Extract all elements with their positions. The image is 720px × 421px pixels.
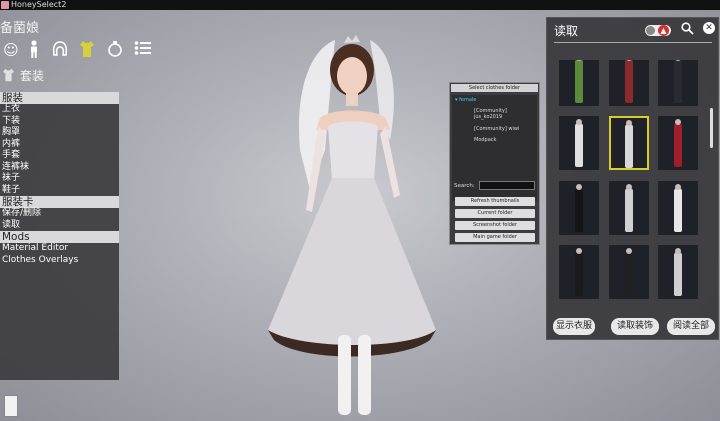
thumbnail-figure xyxy=(674,60,682,103)
menu-item-bottom[interactable]: 下装 xyxy=(0,116,119,128)
list-icon[interactable] xyxy=(133,40,153,60)
refresh-thumbnails-button[interactable]: Refresh thumbnails xyxy=(455,197,535,206)
outfit-thumbnail[interactable] xyxy=(559,181,599,235)
thumbnail-figure xyxy=(625,252,633,296)
tree-node-modpack[interactable]: Modpack xyxy=(474,137,496,143)
thumbnail-figure xyxy=(575,252,583,296)
body-icon[interactable] xyxy=(24,40,44,60)
outfit-thumbnail[interactable] xyxy=(559,116,599,170)
main-game-folder-button[interactable]: Main game folder xyxy=(455,233,535,242)
character-model xyxy=(268,35,436,415)
outfit-thumbnail[interactable] xyxy=(559,60,599,106)
thumbnail-figure xyxy=(625,188,633,232)
menu-item-save-delete[interactable]: 保存/删除 xyxy=(0,208,119,220)
outfit-thumbnail[interactable] xyxy=(609,116,649,170)
load-all-button[interactable]: 阅读全部 xyxy=(667,318,715,335)
thumbnail-figure xyxy=(674,252,682,296)
left-menu: 服装 上衣 下装 胸罩 内裤 手套 连裤袜 袜子 鞋子 服装卡 保存/删除 读取… xyxy=(0,92,119,380)
folder-search-input[interactable] xyxy=(479,181,535,190)
thumbnail-figure xyxy=(625,124,633,168)
thumbnail-head xyxy=(576,119,582,125)
thumbnail-figure xyxy=(674,188,682,232)
thumbnail-head xyxy=(675,184,681,190)
exit-door-icon[interactable] xyxy=(4,395,18,417)
close-icon[interactable]: ✕ xyxy=(703,22,715,34)
thumbnail-figure xyxy=(674,123,682,167)
menu-item-bra[interactable]: 胸罩 xyxy=(0,127,119,139)
thumbnail-grid xyxy=(559,60,711,308)
menu-item-socks[interactable]: 袜子 xyxy=(0,173,119,185)
title-bar: HoneySelect2 xyxy=(0,0,720,10)
search-label: Search: xyxy=(454,183,475,189)
section-clothes-header: 服装 xyxy=(0,92,119,104)
folder-panel: Select clothes folder ▾ female [Communit… xyxy=(449,82,540,245)
tree-node-female[interactable]: ▾ female xyxy=(455,97,476,103)
folder-panel-title: Select clothes folder xyxy=(451,84,538,92)
hair-icon[interactable] xyxy=(50,40,70,60)
thumbnail-figure xyxy=(575,60,583,103)
face-icon[interactable]: ☺ xyxy=(1,40,21,60)
thumbnail-head xyxy=(626,248,632,254)
title-divider xyxy=(554,42,712,43)
outfit-thumbnail[interactable] xyxy=(658,116,698,170)
current-folder-button[interactable]: Current folder xyxy=(455,209,535,218)
section-label: 套装 xyxy=(20,69,45,83)
thumbnail-figure xyxy=(575,188,583,232)
menu-item-clothes-overlays[interactable]: Clothes Overlays xyxy=(0,255,119,267)
page-title: 备菌娘 xyxy=(0,21,40,36)
outfit-thumbnail[interactable] xyxy=(609,245,649,299)
menu-item-gloves[interactable]: 手套 xyxy=(0,150,119,162)
load-accessories-button[interactable]: 读取装饰 xyxy=(611,318,659,335)
thumbnail-figure xyxy=(575,123,583,167)
section-mods-header: Mods xyxy=(0,231,119,243)
screenshot-folder-button[interactable]: Screenshot folder xyxy=(455,221,535,230)
arrow-up-icon: ▲ xyxy=(658,25,669,36)
toggle-knob xyxy=(646,26,655,35)
thumbnail-head xyxy=(626,120,632,126)
load-panel-title: 读取 xyxy=(554,24,579,38)
outfit-thumbnail[interactable] xyxy=(609,181,649,235)
outfit-thumbnail[interactable] xyxy=(658,181,698,235)
tree-node-jus-ko[interactable]: [Community] jus_ko2019 xyxy=(474,108,534,120)
app-icon xyxy=(1,1,9,9)
menu-item-pantyhose[interactable]: 连裤袜 xyxy=(0,162,119,174)
menu-item-top[interactable]: 上衣 xyxy=(0,104,119,116)
clothes-icon[interactable] xyxy=(77,40,97,60)
show-clothes-button[interactable]: 显示衣服 xyxy=(553,318,595,335)
search-icon[interactable] xyxy=(681,22,694,38)
menu-item-material-editor[interactable]: Material Editor xyxy=(0,243,119,255)
tree-node-female-label: female xyxy=(459,97,477,103)
outfit-thumbnail[interactable] xyxy=(658,60,698,106)
menu-item-underwear[interactable]: 内裤 xyxy=(0,139,119,151)
thumbnail-head xyxy=(576,184,582,190)
thumbnail-head xyxy=(626,184,632,190)
thumbnail-head xyxy=(675,248,681,254)
outfit-thumbnail[interactable] xyxy=(658,245,698,299)
scrollbar-thumb[interactable] xyxy=(710,108,713,148)
section-clothes-card-header: 服装卡 xyxy=(0,196,119,208)
tree-node-wiwi[interactable]: [Community] wiwi xyxy=(474,126,519,132)
accessory-icon[interactable] xyxy=(105,40,125,60)
sort-toggle[interactable]: ▲ xyxy=(645,25,671,36)
thumbnail-figure xyxy=(625,60,633,103)
outfit-thumbnail[interactable] xyxy=(609,60,649,106)
menu-item-load[interactable]: 读取 xyxy=(0,220,119,232)
outfit-thumbnail[interactable] xyxy=(559,245,599,299)
thumbnail-head xyxy=(576,248,582,254)
window-title: HoneySelect2 xyxy=(11,0,67,9)
load-panel: 读取 ▲ ✕ 显示衣服 读取装饰 阅读全部 xyxy=(546,17,719,340)
thumbnail-head xyxy=(675,119,681,125)
menu-item-shoes[interactable]: 鞋子 xyxy=(0,185,119,197)
outfit-icon xyxy=(2,68,16,82)
